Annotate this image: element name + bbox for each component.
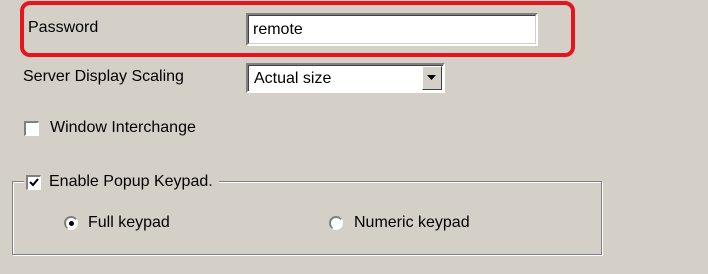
password-value: remote — [253, 21, 303, 38]
scaling-label: Server Display Scaling — [23, 68, 184, 85]
popup-keypad-checkbox[interactable] — [26, 174, 41, 190]
scaling-select[interactable]: Actual size — [246, 63, 445, 93]
radio-selected-dot — [69, 221, 74, 226]
checkmark-icon — [29, 177, 39, 186]
window-interchange-checkbox[interactable] — [24, 121, 39, 136]
window-interchange-label: Window Interchange — [50, 119, 196, 136]
full-keypad-radio[interactable] — [64, 216, 78, 230]
scaling-dropdown-button[interactable] — [422, 66, 442, 90]
chevron-down-icon — [427, 75, 436, 80]
popup-keypad-label: Enable Popup Keypad. — [49, 173, 213, 190]
numeric-keypad-radio[interactable] — [329, 216, 343, 230]
scaling-selected-value: Actual size — [254, 70, 332, 87]
password-label: Password — [28, 19, 99, 36]
password-input[interactable]: remote — [246, 13, 538, 46]
full-keypad-label: Full keypad — [88, 214, 170, 231]
numeric-keypad-label: Numeric keypad — [354, 214, 470, 231]
popup-keypad-legend: Enable Popup Keypad. — [24, 170, 219, 194]
